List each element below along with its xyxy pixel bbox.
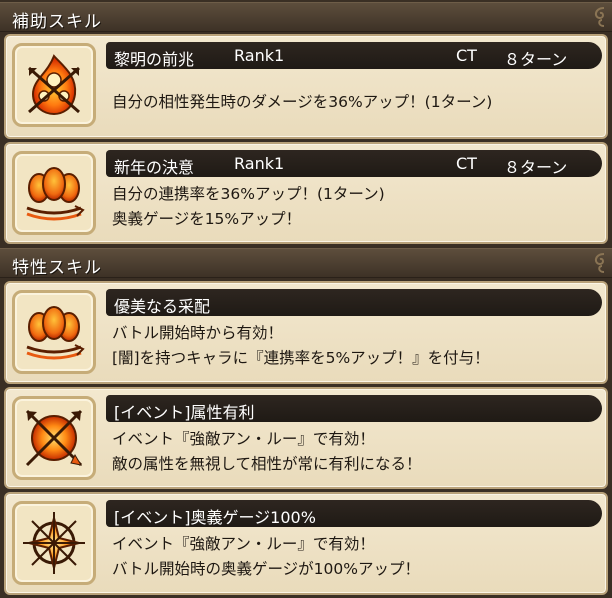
star-burst-icon [23,512,85,574]
skill-icon-frame [12,396,96,480]
support-skills-header: 補助スキル [0,2,612,32]
trait-skill-card[interactable]: 優美なる采配 バトル開始時から有効！ [闇]を持つキャラに『連携率を5%アップ！… [4,281,608,384]
section-title: 補助スキル [12,12,102,32]
skill-name-bar: 優美なる采配 [106,289,602,316]
skill-icon-frame [12,151,96,235]
skill-icon-frame [12,501,96,585]
header-ornament-icon [594,253,605,273]
skill-name-bar: 新年の決意 Rank1 CT ８ターン [106,150,602,177]
skill-name-bar: [イベント]奥義ゲージ100% [106,500,602,527]
support-skill-card[interactable]: 新年の決意 Rank1 CT ８ターン 自分の連携率を36%アップ！(1ターン)… [4,142,608,244]
skill-name: [イベント]奥義ゲージ100% [114,508,316,527]
skill-ct-label: CT [456,46,477,65]
skill-description: 自分の相性発生時のダメージを36%アップ！(1ターン) [112,93,493,111]
skill-rank: Rank1 [234,154,285,173]
trait-skill-card[interactable]: [イベント]奥義ゲージ100% イベント『強敵アン・ルー』で有効！ バトル開始時… [4,492,608,595]
trait-skills-header: 特性スキル [0,248,612,278]
fire-arrow-cross-icon [28,54,80,116]
skill-description-line: イベント『強敵アン・ルー』で有効！ [112,535,375,553]
skill-name: 優美なる采配 [114,297,211,316]
skill-icon-frame [12,290,96,374]
skill-ct-value: ８ターン [504,50,568,69]
section-title: 特性スキル [12,258,102,278]
skill-description-line: バトル開始時の奥義ゲージが100%アップ！ [112,560,420,578]
skill-icon-frame [12,43,96,127]
skill-rank: Rank1 [234,46,285,65]
crossed-arrows-icon [25,409,83,467]
skill-ct-label: CT [456,154,477,173]
skill-name: 新年の決意 [114,158,195,177]
skill-name: 黎明の前兆 [114,50,195,69]
header-ornament-icon [594,7,605,27]
skill-description-line: 奥義ゲージを15%アップ！ [112,210,302,228]
skill-name-bar: 黎明の前兆 Rank1 CT ８ターン [106,42,602,69]
support-skill-card[interactable]: 黎明の前兆 Rank1 CT ８ターン 自分の相性発生時のダメージを36%アップ… [4,34,608,139]
skill-name: [イベント]属性有利 [114,403,255,422]
skill-description-line: [闇]を持つキャラに『連携率を5%アップ！』を付与！ [112,349,490,367]
triple-flame-icon [26,306,85,360]
skill-description-line: イベント『強敵アン・ルー』で有効！ [112,430,375,448]
skill-name-bar: [イベント]属性有利 [106,395,602,422]
skill-description-line: バトル開始時から有効！ [112,324,283,342]
triple-flame-icon [26,167,85,221]
skill-description-line: 敵の属性を無視して相性が常に有利になる！ [112,455,422,473]
skill-ct-value: ８ターン [504,158,568,177]
trait-skill-card[interactable]: [イベント]属性有利 イベント『強敵アン・ルー』で有効！ 敵の属性を無視して相性… [4,387,608,489]
skill-description-line: 自分の連携率を36%アップ！(1ターン) [112,185,385,203]
